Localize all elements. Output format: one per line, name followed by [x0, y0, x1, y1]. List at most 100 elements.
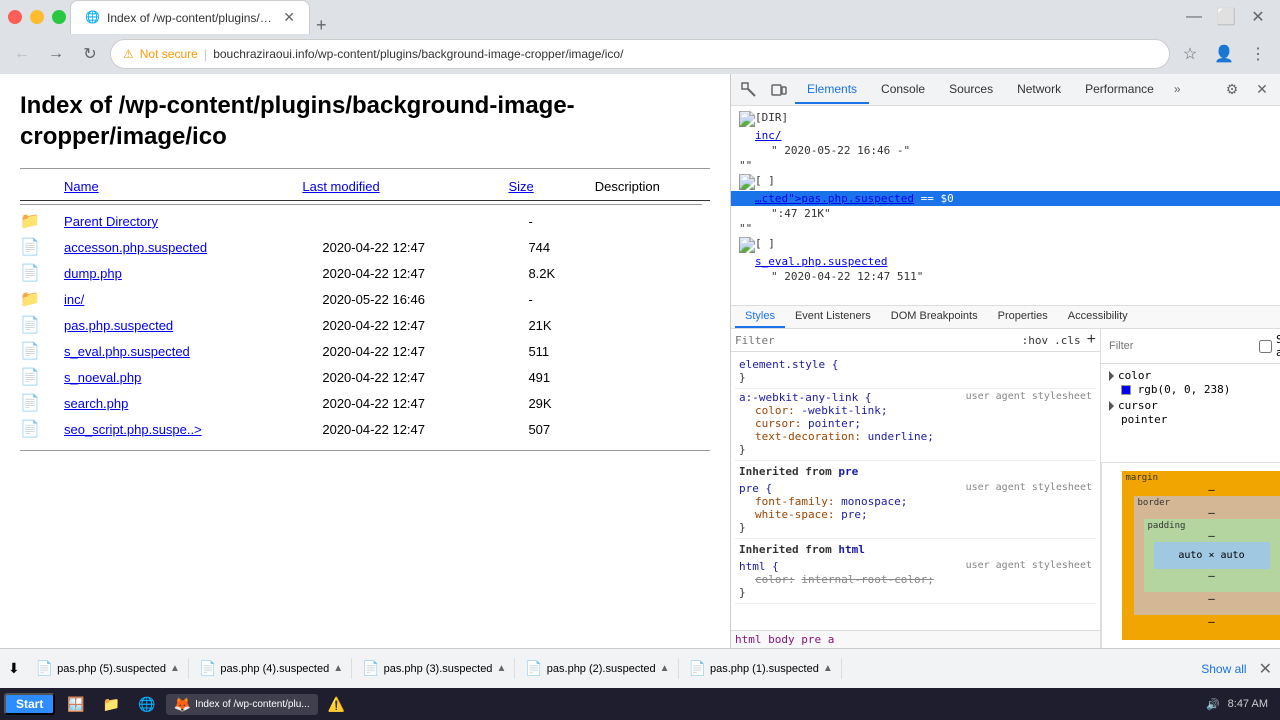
file-link[interactable]: s_eval.php.suspected: [64, 344, 190, 359]
new-tab-btn[interactable]: +: [316, 16, 327, 34]
download-expand-icon[interactable]: ▲: [496, 663, 506, 674]
hov-btn[interactable]: :hov: [1022, 334, 1049, 347]
breadcrumb-a[interactable]: a: [828, 633, 835, 646]
close-downloads-btn[interactable]: ✕: [1259, 659, 1272, 679]
devtools-settings-btn[interactable]: ⚙: [1218, 76, 1246, 104]
download-item[interactable]: 📄pas.php (4).suspected▲: [191, 658, 352, 679]
html-line[interactable]: "": [731, 158, 1280, 173]
tab-network[interactable]: Network: [1005, 76, 1073, 104]
file-modified-cell: 2020-04-22 12:47: [302, 416, 508, 442]
devtools-more-btn[interactable]: »: [1166, 76, 1189, 104]
cursor-expand-icon[interactable]: [1109, 401, 1114, 411]
maximize-window-btn[interactable]: [52, 10, 66, 24]
html-line[interactable]: [731, 110, 1280, 128]
reload-btn[interactable]: ↻: [76, 40, 104, 68]
cls-btn[interactable]: .cls: [1054, 334, 1081, 347]
download-expand-icon[interactable]: ▲: [660, 663, 670, 674]
restore-btn[interactable]: ⬜: [1212, 3, 1240, 31]
downloads-bar: ⬇ 📄pas.php (5).suspected▲📄pas.php (4).su…: [0, 648, 1280, 688]
page-title: Index of /wp-content/plugins/background-…: [20, 90, 710, 152]
styles-filter-bar: :hov .cls +: [731, 329, 1100, 352]
color-expand-icon[interactable]: [1109, 371, 1114, 381]
file-link[interactable]: dump.php: [64, 266, 122, 281]
devtools-close-btn[interactable]: ✕: [1248, 76, 1276, 104]
file-name-cell: seo_script.php.suspe..>: [64, 416, 302, 442]
file-link[interactable]: s_noeval.php: [64, 370, 141, 385]
show-all-checkbox[interactable]: [1259, 340, 1272, 353]
name-sort-link[interactable]: Name: [64, 179, 99, 194]
subtab-event-listeners[interactable]: Event Listeners: [785, 306, 881, 328]
add-style-btn[interactable]: +: [1087, 331, 1096, 349]
file-desc-cell: [595, 416, 710, 442]
html-line[interactable]: s_eval.php.suspected: [731, 254, 1280, 269]
modified-sort-link[interactable]: Last modified: [302, 179, 379, 194]
profile-btn[interactable]: 👤: [1210, 40, 1238, 68]
minimize-btn[interactable]: —: [1180, 3, 1208, 31]
tab-elements[interactable]: Elements: [795, 76, 869, 104]
html-line[interactable]: "": [731, 221, 1280, 236]
breadcrumb-body[interactable]: body: [768, 633, 795, 646]
menu-btn[interactable]: ⋮: [1244, 40, 1272, 68]
tab-console[interactable]: Console: [869, 76, 937, 104]
html-line[interactable]: …cted">pas.php.suspected == $0: [731, 191, 1280, 206]
file-icon: 📄: [20, 395, 40, 412]
html-line[interactable]: " 2020-05-22 16:46 -": [731, 143, 1280, 158]
taskbar-item-firefox[interactable]: 🦊 Index of /wp-content/plu...: [166, 694, 318, 715]
file-link[interactable]: inc/: [64, 292, 84, 307]
bookmark-btn[interactable]: ☆: [1176, 40, 1204, 68]
file-icon: 📄: [20, 369, 40, 386]
tab-performance[interactable]: Performance: [1073, 76, 1166, 104]
file-size-cell: 507: [508, 416, 594, 442]
start-button[interactable]: Start: [4, 693, 55, 715]
taskbar-item-warning[interactable]: ⚠️: [320, 694, 353, 715]
file-link[interactable]: accesson.php.suspected: [64, 240, 207, 255]
subtab-styles[interactable]: Styles: [735, 306, 785, 328]
file-link[interactable]: seo_script.php.suspe..>: [64, 422, 202, 437]
taskbar-item-windows[interactable]: 🪟: [59, 694, 92, 715]
subtab-dom-breakpoints[interactable]: DOM Breakpoints: [881, 306, 988, 328]
breadcrumb-pre[interactable]: pre: [801, 633, 821, 646]
download-item[interactable]: 📄pas.php (2).suspected▲: [517, 658, 678, 679]
taskbar-item-explorer[interactable]: 📁: [95, 694, 128, 715]
download-expand-icon[interactable]: ▲: [823, 663, 833, 674]
inspect-btn[interactable]: [735, 76, 763, 104]
css-rule-html: html {user agent stylesheet color: inter…: [735, 558, 1096, 604]
download-item[interactable]: 📄pas.php (1).suspected▲: [681, 658, 842, 679]
download-item[interactable]: 📄pas.php (5).suspected▲: [28, 658, 189, 679]
file-link[interactable]: pas.php.suspected: [64, 318, 173, 333]
close-btn[interactable]: ✕: [1244, 3, 1272, 31]
download-item[interactable]: 📄pas.php (3).suspected▲: [354, 658, 515, 679]
file-link[interactable]: search.php: [64, 396, 128, 411]
browser-tab[interactable]: 🌐 Index of /wp-content/plugins/ba... ✕: [70, 0, 310, 34]
html-line[interactable]: " 2020-04-22 12:47 511": [731, 269, 1280, 284]
right-filter-input[interactable]: [1109, 340, 1251, 352]
address-input[interactable]: ⚠ Not secure | bouchraziraoui.info/wp-co…: [110, 39, 1170, 69]
show-all-downloads-btn[interactable]: Show all: [1201, 662, 1246, 676]
subtab-accessibility[interactable]: Accessibility: [1058, 306, 1138, 328]
forward-btn[interactable]: →: [42, 40, 70, 68]
minimize-window-btn[interactable]: [30, 10, 44, 24]
breadcrumb-html[interactable]: html: [735, 633, 762, 646]
html-line[interactable]: [731, 173, 1280, 191]
close-window-btn[interactable]: [8, 10, 22, 24]
subtab-properties[interactable]: Properties: [988, 306, 1058, 328]
styles-filter-input[interactable]: [735, 334, 1022, 347]
size-sort-link[interactable]: Size: [508, 179, 533, 194]
device-toggle-btn[interactable]: [765, 76, 793, 104]
tab-close-btn[interactable]: ✕: [283, 9, 295, 26]
taskbar-item-edge[interactable]: 🌐: [130, 694, 163, 715]
file-link[interactable]: Parent Directory: [64, 214, 158, 229]
file-icon-cell: 📄: [20, 364, 64, 390]
back-btn[interactable]: ←: [8, 40, 36, 68]
html-line[interactable]: [731, 236, 1280, 254]
tab-sources[interactable]: Sources: [937, 76, 1005, 104]
file-size-cell: 744: [508, 234, 594, 260]
download-expand-icon[interactable]: ▲: [333, 663, 343, 674]
show-all-check[interactable]: Show all: [1259, 333, 1280, 359]
html-line[interactable]: inc/: [731, 128, 1280, 143]
download-expand-icon[interactable]: ▲: [170, 663, 180, 674]
file-modified-cell: 2020-05-22 16:46: [302, 286, 508, 312]
html-line[interactable]: ":47 21K": [731, 206, 1280, 221]
download-filename: pas.php (2).suspected: [547, 663, 656, 675]
inherited-from-pre: Inherited from pre: [735, 461, 1096, 480]
